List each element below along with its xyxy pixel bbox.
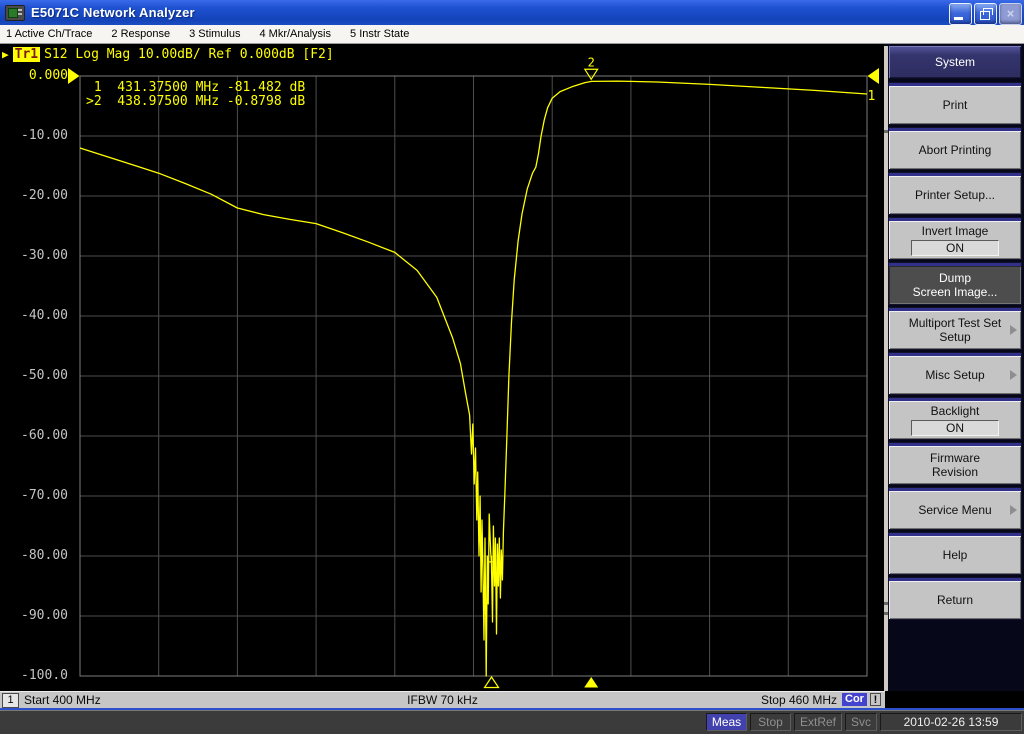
softkey-service-menu[interactable]: Service Menu: [889, 488, 1021, 529]
softkey-state-indicator: ON: [911, 420, 999, 436]
softkey-print[interactable]: Print: [889, 83, 1021, 124]
softkey-buttons: Print Abort Printing Printer Setup... Inver…: [889, 83, 1021, 623]
trace-format-text: S12 Log Mag 10.00dB/ Ref 0.000dB [F2]: [44, 47, 334, 62]
marker-stimulus-indicator-active: [584, 677, 598, 688]
softkey-invert-image[interactable]: Invert Image ON: [889, 218, 1021, 259]
trace-plot: 12: [0, 44, 884, 691]
minimize-icon: [954, 17, 963, 20]
softkey-label: Return: [937, 593, 973, 607]
app-window: E5071C Network Analyzer × 1 Active Ch/Tr…: [0, 0, 1024, 734]
submenu-arrow-icon: [1010, 325, 1017, 335]
title-bar: E5071C Network Analyzer ×: [0, 0, 1024, 25]
softkey-abort-printing[interactable]: Abort Printing: [889, 128, 1021, 169]
menu-item-response[interactable]: 2 Response: [111, 28, 170, 40]
y-axis-label: -70.00: [2, 488, 68, 504]
channel-status-bar: 1 Start 400 MHz IFBW 70 kHz Stop 460 MHz…: [0, 691, 885, 708]
trace-header: ▶ Tr1 S12 Log Mag 10.00dB/ Ref 0.000dB […: [2, 47, 334, 62]
restore-icon: [980, 11, 990, 20]
ifbw-value: IFBW 70 kHz: [0, 693, 885, 707]
status-stop: Stop: [750, 713, 791, 731]
ref-level-marker-right: [868, 68, 880, 84]
softkey-label: Printer Setup...: [915, 188, 995, 202]
softkey-label: Revision: [932, 465, 978, 479]
softkey-label: Setup: [939, 330, 970, 344]
marker-number-label: 2: [588, 55, 595, 69]
chart-panel: 12 ▶ Tr1 S12 Log Mag 10.00dB/ Ref 0.000d…: [0, 44, 884, 691]
y-axis-label: -30.00: [2, 248, 68, 264]
y-axis-label: -20.00: [2, 188, 68, 204]
softkey-label: Print: [943, 98, 968, 112]
close-button[interactable]: ×: [999, 3, 1022, 25]
softkey-misc-setup[interactable]: Misc Setup: [889, 353, 1021, 394]
trace-number-label: 1: [868, 89, 876, 104]
softkey-scrollbar[interactable]: [884, 46, 888, 691]
softkey-firmware-revision[interactable]: FirmwareRevision: [889, 443, 1021, 484]
minimize-button[interactable]: [949, 3, 972, 25]
menu-item-instr-state[interactable]: 5 Instr State: [350, 28, 409, 40]
trace-selector[interactable]: Tr1: [13, 47, 40, 62]
softkey-label: Firmware: [930, 451, 980, 465]
softkey-backlight[interactable]: Backlight ON: [889, 398, 1021, 439]
softkey-state-indicator: ON: [911, 240, 999, 256]
status-svc: Svc: [845, 713, 877, 731]
window-controls: ×: [949, 3, 1022, 25]
softkey-help[interactable]: Help: [889, 533, 1021, 574]
status-datetime: 2010-02-26 13:59: [880, 713, 1022, 731]
close-icon: ×: [1000, 4, 1021, 24]
y-axis-label: -10.00: [2, 128, 68, 144]
y-axis-label: -40.00: [2, 308, 68, 324]
restore-button[interactable]: [974, 3, 997, 25]
softkey-menu: System Print Abort Printing Printer Setup.…: [884, 44, 1024, 691]
softkey-label: Multiport Test Set: [909, 316, 1001, 330]
softkey-label: Help: [943, 548, 968, 562]
softkey-multiport-test-set-setup[interactable]: Multiport Test SetSetup: [889, 308, 1021, 349]
softkey-label: Screen Image...: [913, 285, 998, 299]
correction-badge: Cor: [842, 693, 867, 706]
status-extref: ExtRef: [794, 713, 842, 731]
y-axis-label: -60.00: [2, 428, 68, 444]
warning-badge: !: [870, 693, 881, 706]
y-axis-label: -100.0: [2, 668, 68, 684]
y-axis-label: -90.00: [2, 608, 68, 624]
marker-symbol-active: [585, 69, 598, 79]
active-trace-pointer-icon: ▶: [2, 48, 9, 61]
menu-item-active-ch-trace[interactable]: 1 Active Ch/Trace: [6, 28, 92, 40]
marker-stimulus-indicator: [485, 677, 499, 688]
marker-readout: 1 431.37500 MHz -81.482 dB>2 438.97500 M…: [86, 81, 305, 109]
app-icon: [5, 5, 25, 21]
softkey-printer-setup[interactable]: Printer Setup...: [889, 173, 1021, 214]
y-axis-label: -80.00: [2, 548, 68, 564]
softkey-label: Abort Printing: [919, 143, 992, 157]
menu-item-mkr-analysis[interactable]: 4 Mkr/Analysis: [259, 28, 331, 40]
marker-readout-row: 1 431.37500 MHz -81.482 dB: [86, 81, 305, 95]
status-meas: Meas: [706, 713, 747, 731]
menu-bar: 1 Active Ch/Trace 2 Response 3 Stimulus …: [0, 25, 1024, 44]
instrument-status-bar: Meas Stop ExtRef Svc 2010-02-26 13:59: [0, 710, 1024, 734]
softkey-label: Invert Image: [922, 224, 989, 238]
softkey-label: Misc Setup: [925, 368, 984, 382]
stop-frequency: Stop 460 MHz: [761, 693, 837, 707]
y-axis-label: -50.00: [2, 368, 68, 384]
softkey-label: Backlight: [931, 404, 980, 418]
window-title: E5071C Network Analyzer: [31, 5, 195, 20]
submenu-arrow-icon: [1010, 370, 1017, 380]
marker-readout-row: >2 438.97500 MHz -0.8798 dB: [86, 95, 305, 109]
menu-item-stimulus[interactable]: 3 Stimulus: [189, 28, 240, 40]
softkey-menu-title: System: [889, 46, 1021, 78]
y-axis-label: 0.000: [2, 68, 68, 84]
ref-level-marker-left: [68, 68, 80, 84]
softkey-return[interactable]: Return: [889, 578, 1021, 619]
softkey-label: Dump: [939, 271, 971, 285]
softkey-label: Service Menu: [918, 503, 991, 517]
softkey-dump-screen-image[interactable]: DumpScreen Image...: [889, 263, 1021, 304]
submenu-arrow-icon: [1010, 505, 1017, 515]
